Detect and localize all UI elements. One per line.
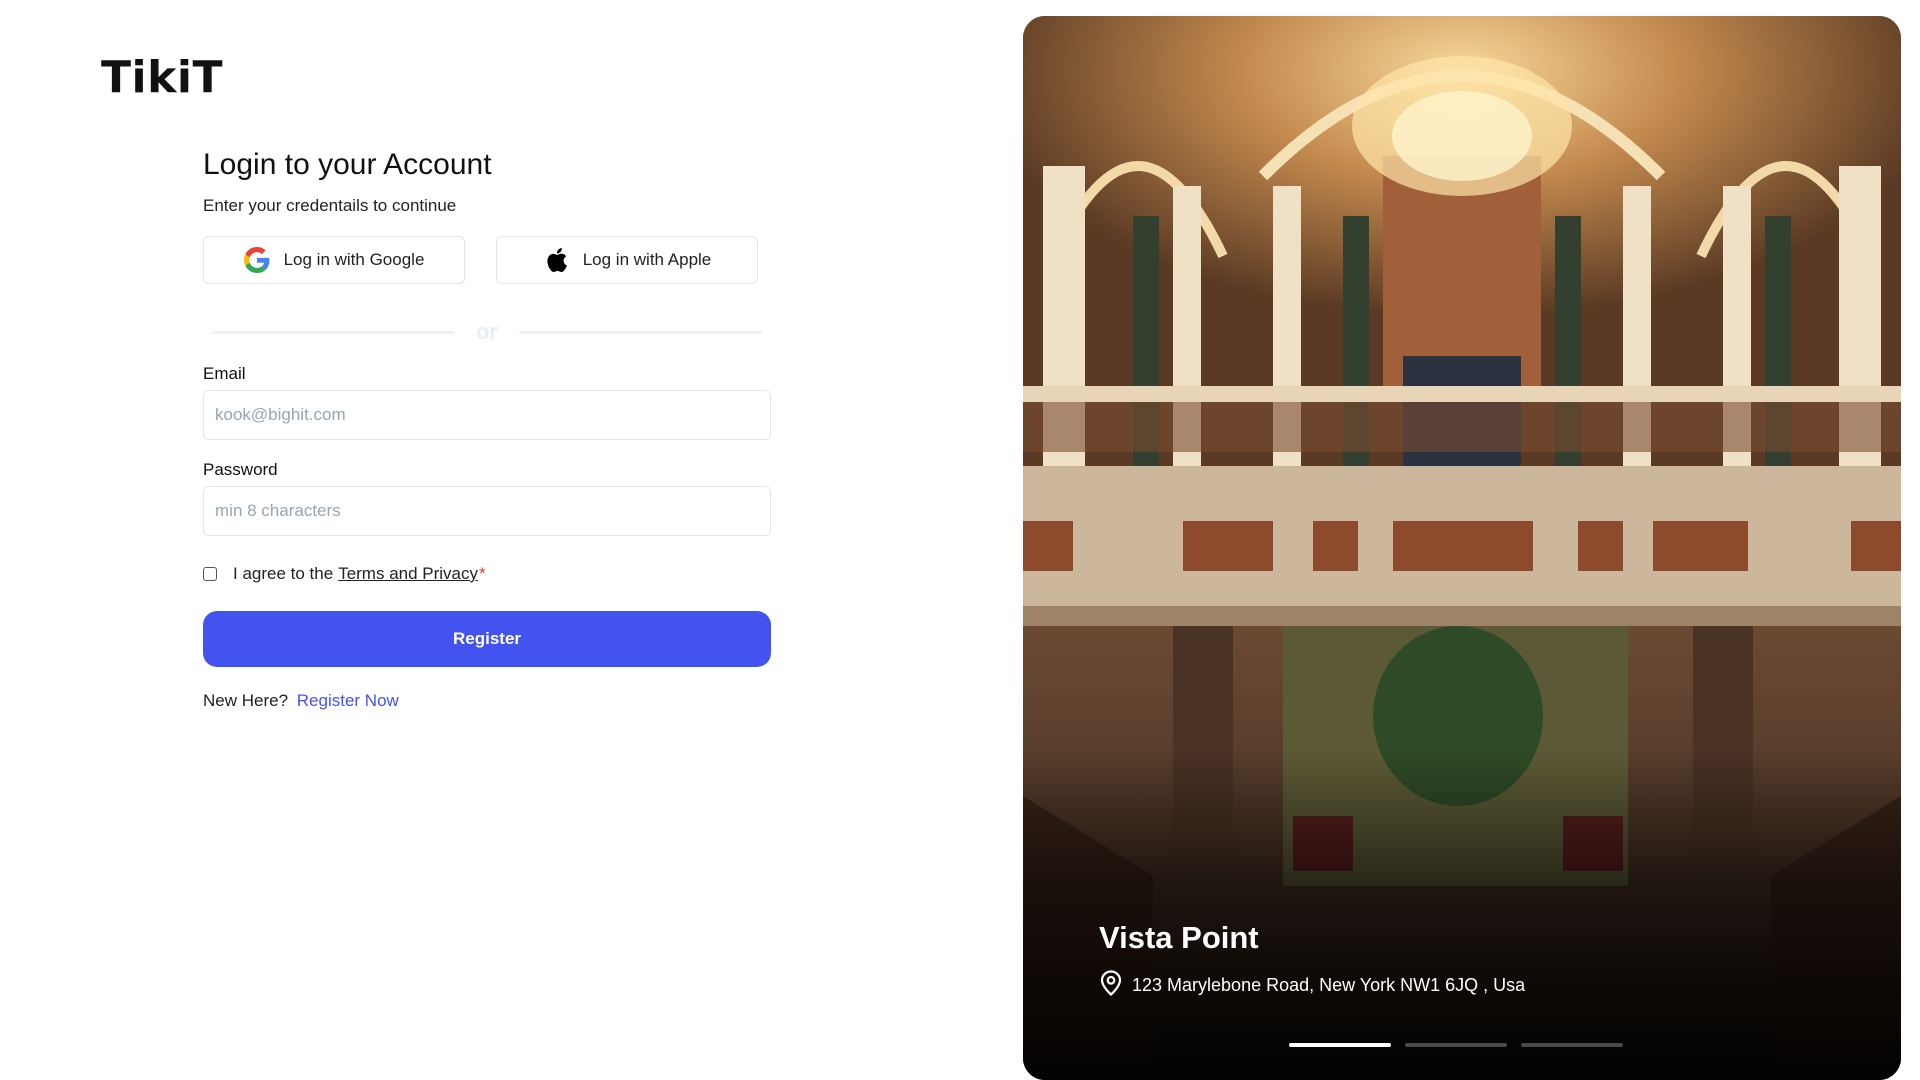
password-label: Password [203, 460, 278, 479]
venue-address: 123 Marylebone Road, New York NW1 6JQ , … [1100, 970, 1525, 1001]
terms-checkbox[interactable] [203, 567, 217, 581]
terms-agreement: I agree to the Terms and Privacy * [203, 564, 771, 584]
divider-text: or [476, 319, 498, 344]
terms-prefix: I agree to the [233, 564, 334, 583]
page-title: Login to your Account [203, 148, 492, 181]
divider-line-right [519, 330, 762, 334]
google-icon [243, 247, 270, 273]
apple-icon [543, 247, 569, 273]
location-pin-icon [1100, 970, 1122, 1001]
login-page: TikiT Login to your Account Enter your c… [0, 0, 1920, 1080]
apple-login-label: Log in with Apple [582, 250, 712, 269]
required-mark: * [479, 564, 486, 583]
carousel-dot-2[interactable] [1405, 1043, 1507, 1047]
carousel-dot-1[interactable] [1289, 1043, 1391, 1047]
social-login-row: Log in with Google Log in with Apple [203, 236, 771, 284]
page-subtitle: Enter your credentails to continue [203, 196, 457, 215]
new-here-text: New Here? [203, 691, 289, 710]
or-divider: or [203, 319, 771, 344]
register-now-link[interactable]: Register Now [297, 691, 399, 710]
hero-overlay [1023, 750, 1901, 1080]
hero-carousel[interactable]: Vista Point 123 Marylebone Road, New Yor… [1023, 16, 1901, 1080]
register-button[interactable]: Register [203, 611, 771, 667]
email-field[interactable] [203, 390, 771, 440]
google-login-label: Log in with Google [283, 250, 425, 269]
google-login-button[interactable]: Log in with Google [203, 236, 465, 284]
apple-login-button[interactable]: Log in with Apple [496, 236, 758, 284]
brand-logo[interactable]: TikiT [101, 52, 223, 103]
venue-name: Vista Point [1099, 920, 1259, 955]
password-field[interactable] [203, 486, 771, 536]
new-here-row: New Here? Register Now [203, 691, 771, 711]
divider-line-left [212, 330, 455, 334]
email-label: Email [203, 364, 246, 383]
carousel-indicators [1289, 1043, 1623, 1047]
venue-address-text: 123 Marylebone Road, New York NW1 6JQ , … [1132, 975, 1526, 995]
login-form: Login to your Account Enter your credent… [203, 148, 771, 711]
terms-link[interactable]: Terms and Privacy [338, 564, 478, 584]
carousel-dot-3[interactable] [1521, 1043, 1623, 1047]
